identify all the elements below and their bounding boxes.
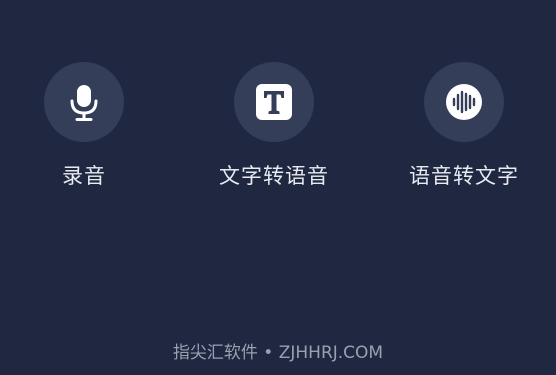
record-label: 录音 (62, 164, 106, 188)
sound-wave-icon (446, 84, 482, 120)
speech-to-text-label: 语音转文字 (409, 164, 519, 188)
text-to-speech-button[interactable]: 文字转语音 (204, 62, 344, 190)
speech-to-text-button[interactable]: 语音转文字 (394, 62, 534, 190)
speech-to-text-icon-circle[interactable] (424, 62, 504, 142)
text-to-speech-label: 文字转语音 (219, 164, 329, 188)
text-to-speech-icon-circle[interactable] (234, 62, 314, 142)
watermark-text: 指尖汇软件 • ZJHHRJ.COM (172, 343, 384, 363)
record-icon-circle[interactable] (44, 62, 124, 142)
microphone-icon (70, 85, 98, 121)
action-grid: 录音 文字转语音 语音转文字 (0, 62, 556, 202)
record-button[interactable]: 录音 (14, 62, 154, 190)
text-t-icon (256, 84, 292, 120)
